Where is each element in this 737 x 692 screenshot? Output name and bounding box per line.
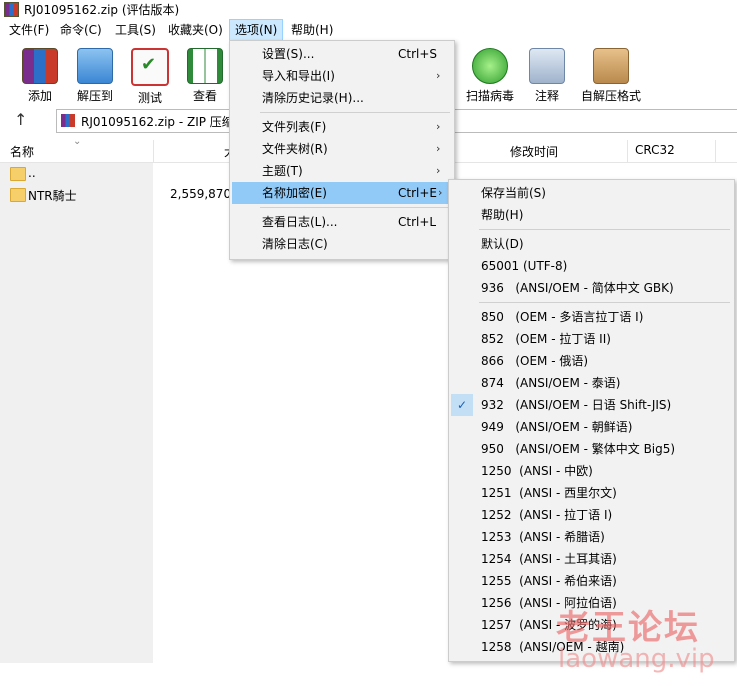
menu-bar: 文件(F) 命令(C) 工具(S) 收藏夹(O) 选项(N) 帮助(H) bbox=[0, 19, 737, 41]
menu-options[interactable]: 选项(N) bbox=[229, 19, 284, 41]
view-button[interactable]: 查看 bbox=[177, 44, 233, 103]
menu-item-folder-tree[interactable]: 文件夹树(R) › bbox=[232, 138, 452, 160]
menu-item-encoding-65001[interactable]: 65001 (UTF-8) bbox=[451, 255, 732, 277]
column-divider[interactable] bbox=[715, 140, 716, 162]
menu-item-file-list[interactable]: 文件列表(F) › bbox=[232, 116, 452, 138]
menu-item-encoding-852[interactable]: 852 (OEM - 拉丁语 II) bbox=[451, 328, 732, 350]
menu-separator bbox=[479, 302, 730, 303]
column-divider[interactable] bbox=[627, 140, 628, 162]
folder-icon bbox=[10, 167, 26, 181]
virus-scan-icon bbox=[472, 48, 508, 84]
test-button[interactable]: ✔ 测试 bbox=[122, 44, 178, 105]
checkmark-icon: ✓ bbox=[451, 394, 473, 416]
winrar-app-icon bbox=[4, 2, 19, 17]
column-divider[interactable] bbox=[153, 140, 154, 162]
sfx-icon bbox=[593, 48, 629, 84]
virus-scan-button[interactable]: 扫描病毒 bbox=[462, 44, 518, 103]
extract-to-icon bbox=[77, 48, 113, 84]
menu-item-clear-history[interactable]: 清除历史记录(H)... bbox=[232, 87, 452, 109]
menu-item-encoding-1252[interactable]: 1252 (ANSI - 拉丁语 I) bbox=[451, 504, 732, 526]
menu-item-encoding-1253[interactable]: 1253 (ANSI - 希腊语) bbox=[451, 526, 732, 548]
menu-item-settings[interactable]: 设置(S)... Ctrl+S bbox=[232, 43, 452, 65]
comment-button[interactable]: 注释 bbox=[519, 44, 575, 103]
submenu-arrow-icon: › bbox=[436, 120, 441, 133]
sort-chevron-icon: ⌄ bbox=[73, 136, 82, 147]
menu-item-encoding-1250[interactable]: 1250 (ANSI - 中欧) bbox=[451, 460, 732, 482]
test-icon: ✔ bbox=[131, 48, 169, 86]
menu-favorites[interactable]: 收藏夹(O) bbox=[163, 19, 228, 41]
add-button[interactable]: 添加 bbox=[12, 44, 68, 103]
window-title: RJ01095162.zip (评估版本) bbox=[24, 3, 180, 17]
menu-separator bbox=[260, 112, 450, 113]
name-encoding-submenu: 保存当前(S) 帮助(H) 默认(D) 65001 (UTF-8) 936 (A… bbox=[448, 179, 735, 662]
menu-item-encoding-932[interactable]: ✓ 932 (ANSI/OEM - 日语 Shift-JIS) bbox=[451, 394, 732, 416]
extract-to-button[interactable]: 解压到 bbox=[67, 44, 123, 103]
menu-item-encoding-949[interactable]: 949 (ANSI/OEM - 朝鲜语) bbox=[451, 416, 732, 438]
menu-item-encoding-936[interactable]: 936 (ANSI/OEM - 简体中文 GBK) bbox=[451, 277, 732, 299]
menu-help[interactable]: 帮助(H) bbox=[286, 19, 338, 41]
watermark-url: laowang.vip bbox=[558, 644, 715, 674]
title-bar: RJ01095162.zip (评估版本) bbox=[0, 0, 737, 18]
menu-item-view-log[interactable]: 查看日志(L)... Ctrl+L bbox=[232, 211, 452, 233]
file-name: .. bbox=[28, 166, 36, 180]
zip-archive-icon bbox=[61, 114, 75, 127]
menu-item-encoding-866[interactable]: 866 (OEM - 俄语) bbox=[451, 350, 732, 372]
menu-item-encoding-874[interactable]: 874 (ANSI/OEM - 泰语) bbox=[451, 372, 732, 394]
menu-item-theme[interactable]: 主题(T) › bbox=[232, 160, 452, 182]
menu-item-encoding-1255[interactable]: 1255 (ANSI - 希伯来语) bbox=[451, 570, 732, 592]
menu-separator bbox=[479, 229, 730, 230]
menu-item-clear-log[interactable]: 清除日志(C) bbox=[232, 233, 452, 255]
menu-item-encoding-1251[interactable]: 1251 (ANSI - 西里尔文) bbox=[451, 482, 732, 504]
menu-item-import-export[interactable]: 导入和导出(I) › bbox=[232, 65, 452, 87]
comment-icon bbox=[529, 48, 565, 84]
submenu-arrow-icon: › bbox=[438, 186, 443, 199]
up-arrow-icon[interactable]: ↑ bbox=[14, 110, 27, 129]
path-text: RJ01095162.zip - ZIP 压缩 bbox=[81, 115, 234, 129]
watermark-text: 老王论坛 bbox=[556, 608, 700, 648]
submenu-arrow-icon: › bbox=[436, 164, 441, 177]
column-name[interactable]: 名称 bbox=[10, 143, 34, 160]
watermark: 老王论坛 laowang.vip bbox=[530, 600, 730, 680]
column-modified[interactable]: 修改时间 bbox=[510, 143, 558, 160]
submenu-arrow-icon: › bbox=[436, 142, 441, 155]
folder-tree-pane[interactable] bbox=[0, 163, 153, 663]
options-menu: 设置(S)... Ctrl+S 导入和导出(I) › 清除历史记录(H)... 文件… bbox=[229, 40, 455, 260]
sfx-button[interactable]: 自解压格式 bbox=[581, 44, 641, 103]
menu-tools[interactable]: 工具(S) bbox=[110, 19, 161, 41]
add-archive-icon bbox=[22, 48, 58, 84]
folder-icon bbox=[10, 188, 26, 202]
menu-item-save-current[interactable]: 保存当前(S) bbox=[451, 182, 732, 204]
view-book-icon bbox=[187, 48, 223, 84]
column-crc32[interactable]: CRC32 bbox=[635, 143, 675, 157]
menu-item-name-encoding[interactable]: 名称加密(E) Ctrl+E › bbox=[232, 182, 452, 204]
file-name: NTR騎士 bbox=[28, 189, 77, 203]
menu-item-encoding-default[interactable]: 默认(D) bbox=[451, 233, 732, 255]
menu-item-encoding-1254[interactable]: 1254 (ANSI - 土耳其语) bbox=[451, 548, 732, 570]
submenu-arrow-icon: › bbox=[436, 69, 441, 82]
menu-item-encoding-help[interactable]: 帮助(H) bbox=[451, 204, 732, 226]
menu-item-encoding-950[interactable]: 950 (ANSI/OEM - 繁体中文 Big5) bbox=[451, 438, 732, 460]
menu-separator bbox=[260, 207, 450, 208]
menu-file[interactable]: 文件(F) bbox=[4, 19, 54, 41]
menu-command[interactable]: 命令(C) bbox=[55, 19, 107, 41]
menu-item-encoding-850[interactable]: 850 (OEM - 多语言拉丁语 I) bbox=[451, 306, 732, 328]
